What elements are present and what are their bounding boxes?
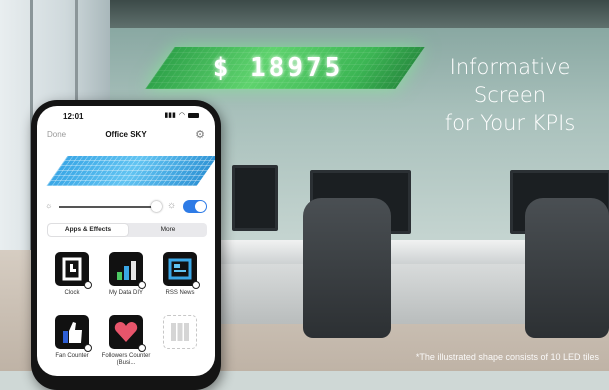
gear-icon[interactable]: ⚙	[195, 128, 205, 141]
app-tile-rss-news[interactable]: RSS News	[155, 252, 205, 297]
app-tile-fan-counter[interactable]: Fan Counter	[47, 315, 97, 360]
brightness-row: ☼ ☼	[45, 200, 209, 214]
headline-line: Informative	[449, 55, 571, 79]
phone-screen: 12:01 ▮▮▮ ◠ Done Office SKY ⚙ ☼ ☼ Apps &…	[37, 106, 215, 376]
app-tile-my-data-diy[interactable]: My Data DIY	[101, 252, 151, 297]
wifi-icon: ◠	[178, 112, 185, 119]
brightness-slider-knob[interactable]	[151, 201, 162, 212]
brightness-slider[interactable]	[59, 206, 159, 208]
monitor	[232, 165, 278, 231]
footnote: *The illustrated shape consists of 10 LE…	[415, 352, 599, 362]
status-time: 12:01	[63, 112, 84, 121]
app-label: Fan Counter	[55, 353, 89, 359]
signal-icon: ▮▮▮	[164, 112, 176, 119]
page-title: Office SKY	[105, 130, 147, 139]
tab-apps-effects[interactable]: Apps & Effects	[48, 224, 128, 236]
tab-bar: Apps & Effects More	[47, 223, 207, 237]
headline: Informative Screen for Your KPIs	[420, 53, 600, 137]
status-icons: ▮▮▮ ◠	[164, 111, 199, 119]
office-chair	[303, 198, 391, 338]
app-tile-add[interactable]	[155, 315, 205, 349]
status-bar: 12:01 ▮▮▮ ◠	[37, 106, 215, 126]
app-label: RSS News	[165, 290, 195, 296]
power-toggle[interactable]	[183, 200, 207, 213]
rss-news-icon	[163, 252, 200, 289]
app-tile-followers-counter[interactable]: Followers Counter (Busi...	[101, 315, 151, 367]
headline-line: Screen	[473, 83, 547, 107]
tab-more[interactable]: More	[129, 224, 207, 236]
app-tile-clock[interactable]: Clock	[47, 252, 97, 297]
office-chair	[525, 198, 609, 338]
battery-icon	[188, 112, 199, 118]
led-kpi-value: $ 18975	[212, 53, 344, 83]
app-label: Clock	[64, 290, 80, 296]
clock-icon	[55, 252, 92, 289]
panel-shape-preview[interactable]	[46, 156, 215, 186]
sun-bright-icon: ☼	[167, 200, 177, 211]
nav-bar: Done Office SKY ⚙	[37, 127, 215, 145]
add-grid-icon	[163, 315, 197, 349]
data-diy-icon	[109, 252, 146, 289]
app-label: My Data DIY	[108, 290, 143, 296]
sun-dim-icon: ☼	[45, 201, 53, 210]
heart-icon	[109, 315, 146, 352]
app-label: Followers Counter (Busi...	[101, 353, 151, 366]
thumbs-up-icon	[55, 315, 92, 352]
headline-line: for Your KPIs	[444, 111, 576, 135]
